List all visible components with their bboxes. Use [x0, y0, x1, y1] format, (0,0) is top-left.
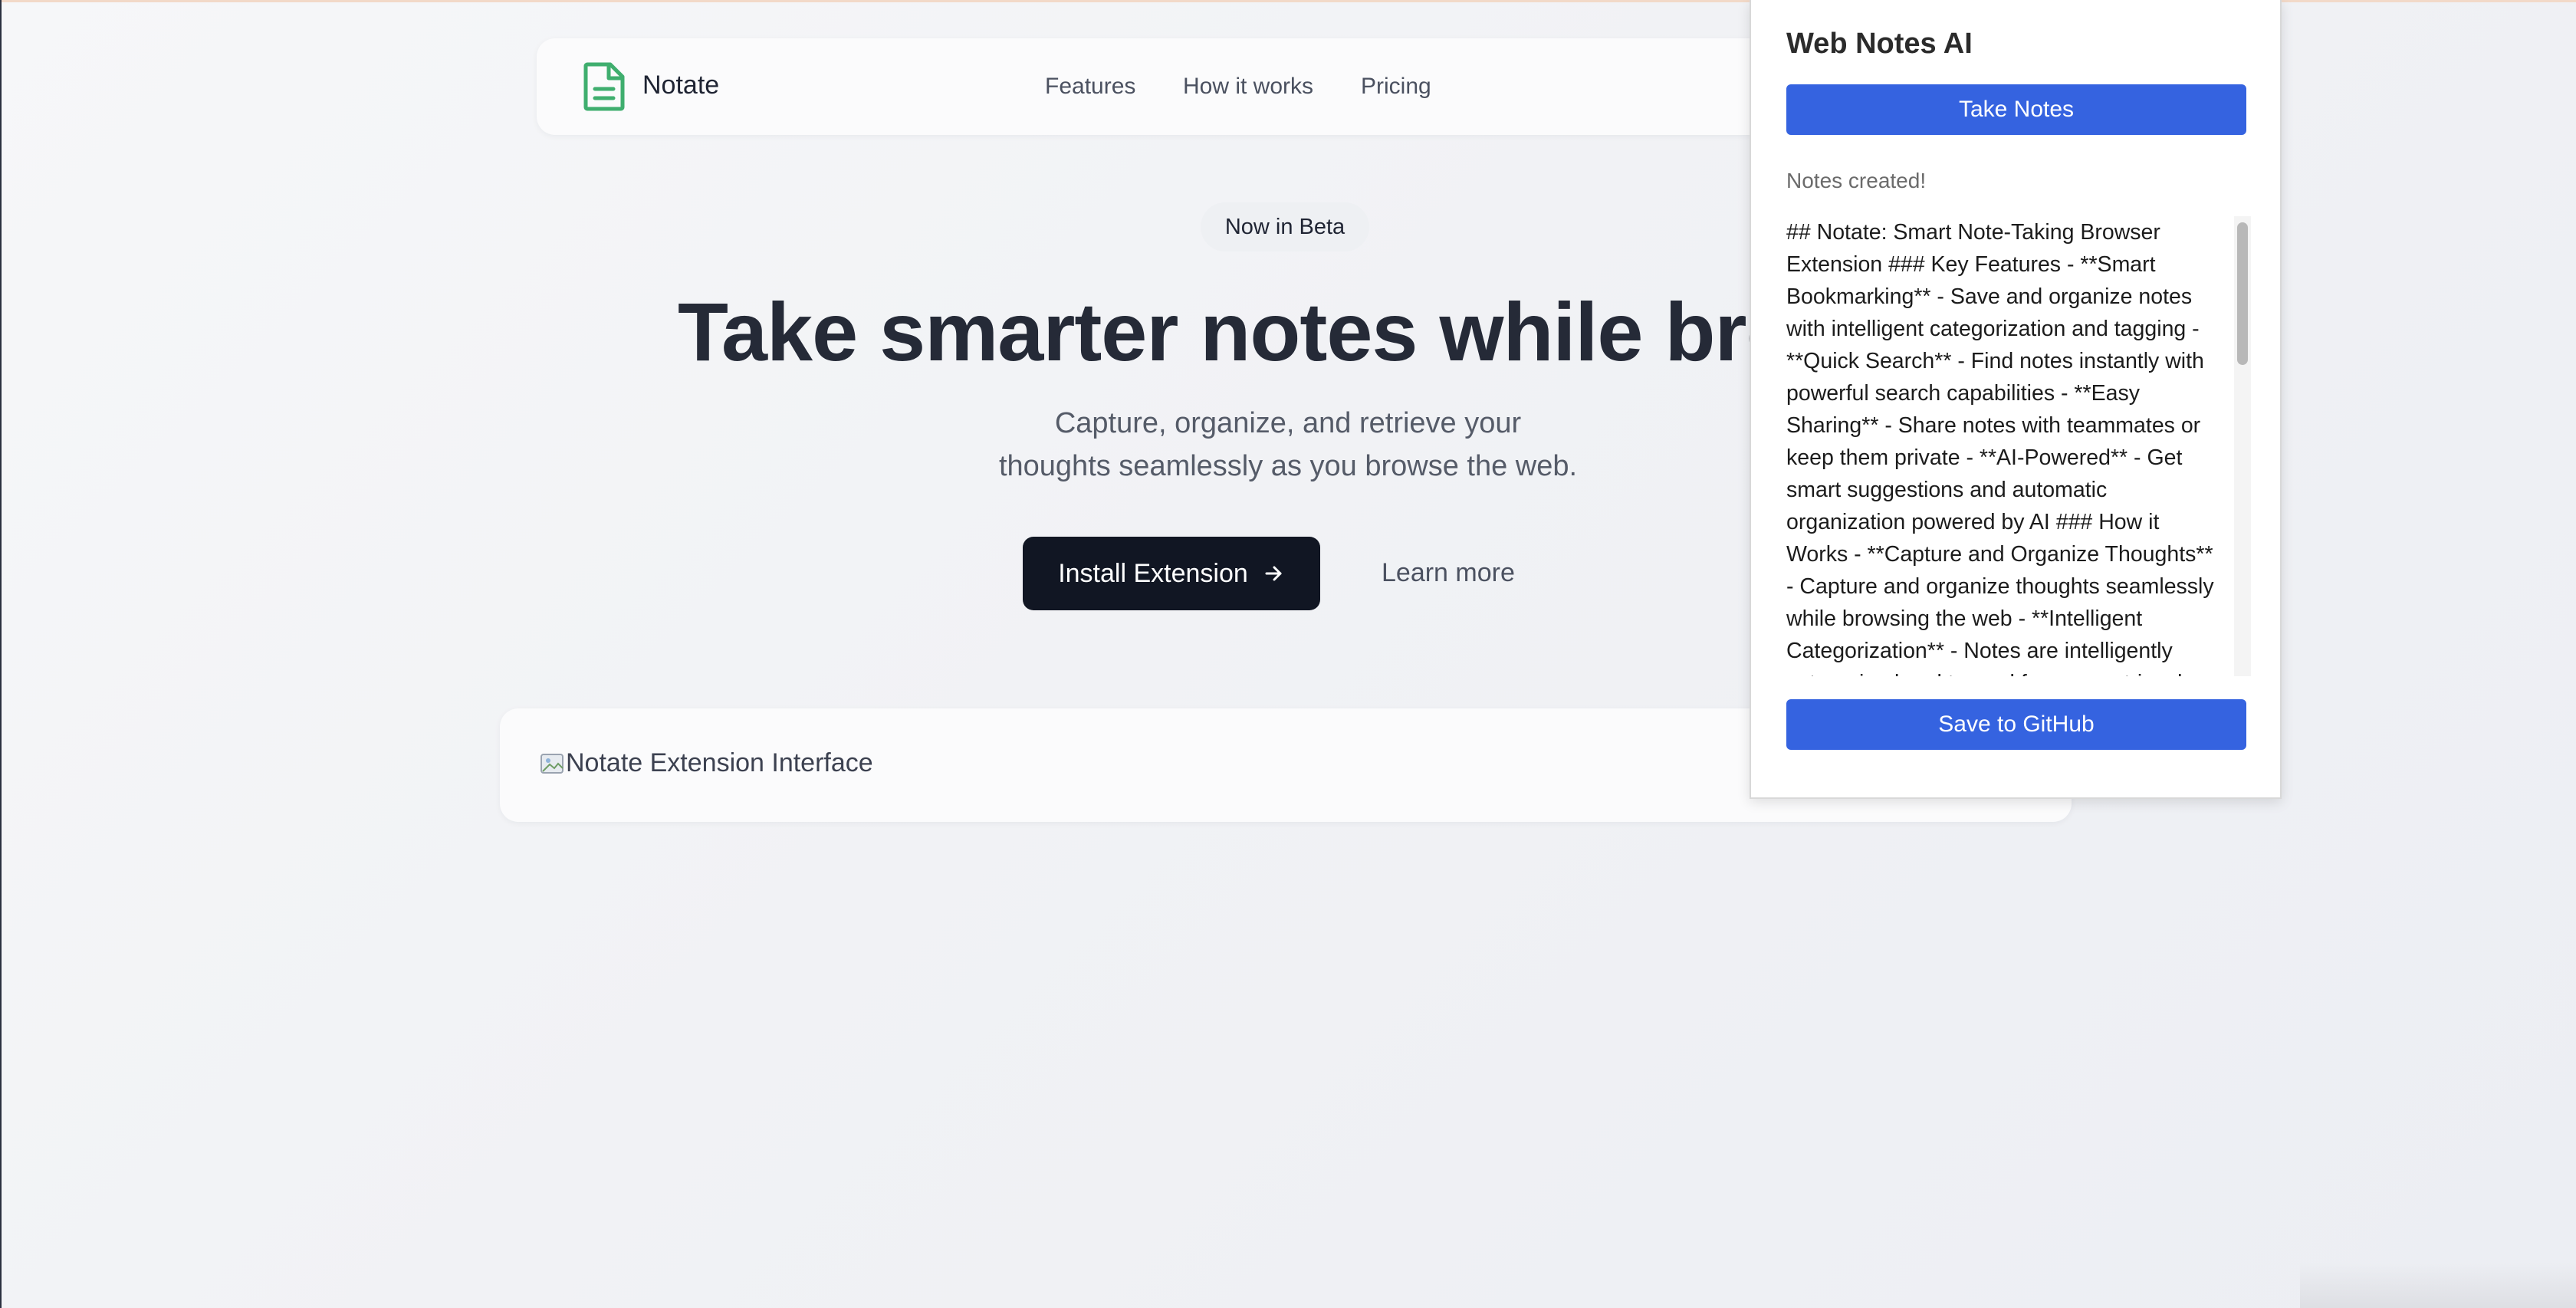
broken-image-icon	[540, 753, 564, 774]
extension-preview-image: Notate Extension Interface	[540, 748, 873, 778]
hero-subtitle: Capture, organize, and retrieve your tho…	[920, 402, 1656, 488]
install-extension-label: Install Extension	[1058, 558, 1248, 588]
status-message: Notes created!	[1786, 169, 1927, 192]
arrow-right-icon	[1265, 566, 1282, 581]
nav-link-pricing[interactable]: Pricing	[1361, 74, 1431, 100]
notes-scrollbar-thumb[interactable]	[2237, 222, 2248, 365]
notes-output[interactable]: ## Notate: Smart Note-Taking Browser Ext…	[1786, 216, 2251, 676]
document-icon[interactable]	[581, 61, 627, 112]
nav-link-features[interactable]: Features	[1045, 74, 1135, 100]
notes-scrollbar[interactable]	[2234, 216, 2251, 676]
hero-subtitle-line-2: thoughts seamlessly as you browse the we…	[998, 450, 1578, 482]
hero-title: Take smarter notes while brows	[678, 285, 1906, 378]
image-alt-text: Notate Extension Interface	[566, 748, 873, 777]
beta-badge: Now in Beta	[1201, 202, 1369, 251]
take-notes-button[interactable]: Take Notes	[1786, 84, 2246, 135]
save-to-github-button[interactable]: Save to GitHub	[1786, 699, 2246, 750]
nav-link-how-it-works[interactable]: How it works	[1183, 74, 1313, 100]
brand-name[interactable]: Notate	[642, 71, 719, 100]
notes-text: ## Notate: Smart Note-Taking Browser Ext…	[1786, 220, 2214, 676]
corner-shadow	[2300, 1262, 2576, 1308]
hero-subtitle-line-1: Capture, organize, and retrieve your	[1054, 407, 1522, 439]
popup-title: Web Notes AI	[1786, 28, 1973, 60]
window-left-edge	[0, 0, 2, 1308]
learn-more-link[interactable]: Learn more	[1382, 558, 1515, 588]
extension-popup: Web Notes AI Take Notes Notes created! #…	[1750, 0, 2282, 799]
install-extension-button[interactable]: Install Extension	[1023, 537, 1320, 610]
